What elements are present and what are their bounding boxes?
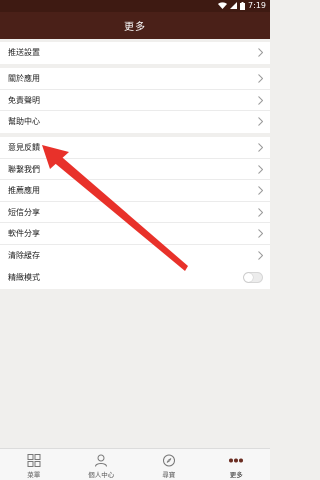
menu-item-label: 清除緩存 [8,250,40,260]
menu-item-label: 推送設置 [8,48,40,57]
tab-treasure[interactable]: 尋寶 [135,449,203,480]
settings-group-info: 關於應用 免責聲明 幫助中心 [0,68,270,133]
tab-label: 尋寶 [162,471,176,479]
menu-item-label: 聯繫我們 [8,164,40,174]
tab-personal-center[interactable]: 個人中心 [68,449,136,480]
menu-item-label: 精緻模式 [8,273,40,282]
chevron-right-icon [258,164,263,174]
menu-item-label: 意見反饋 [8,143,40,152]
bottom-tab-bar: 菜單 個人中心 尋寶 更多 [0,448,270,480]
more-dots-icon [229,458,244,463]
wifi-icon [218,2,228,9]
page-title: 更多 [124,22,146,33]
menu-item-refined-mode: 精緻模式 [0,267,270,289]
menu-item-clear-cache[interactable]: 清除緩存 [0,245,270,267]
tab-label: 個人中心 [88,471,115,479]
menu-item-sms-share[interactable]: 短信分享 [0,202,270,224]
chevron-right-icon [258,229,263,239]
chevron-right-icon [258,48,263,57]
status-bar: 7:19 [0,0,270,12]
menu-item-app-share[interactable]: 軟件分享 [0,223,270,245]
menu-item-label: 推薦應用 [8,186,40,196]
menu-item-contact-us[interactable]: 聯繫我們 [0,159,270,181]
tab-menu[interactable]: 菜單 [0,449,68,480]
chevron-right-icon [258,251,263,260]
menu-item-push-settings[interactable]: 推送設置 [0,42,270,64]
person-icon [95,454,108,467]
menu-item-label: 關於應用 [8,74,40,83]
chevron-right-icon [258,117,263,127]
chevron-right-icon [258,95,263,105]
chevron-right-icon [258,207,263,217]
menu-item-feedback[interactable]: 意見反饋 [0,137,270,159]
menu-item-help-center[interactable]: 幫助中心 [0,111,270,133]
tab-more[interactable]: 更多 [203,449,271,480]
chevron-right-icon [258,143,263,152]
settings-group-share: 意見反饋 聯繫我們 推薦應用 短信分享 軟件分享 清除緩存 [0,137,270,267]
chevron-right-icon [258,186,263,196]
menu-item-disclaimer[interactable]: 免責聲明 [0,90,270,112]
settings-group-display: 精緻模式 [0,267,270,289]
grid-icon [27,454,41,467]
tab-label: 更多 [229,471,243,479]
chevron-right-icon [258,74,263,83]
status-time: 7:19 [248,1,266,10]
compass-icon [162,454,175,467]
signal-icon [230,2,238,9]
tab-label: 菜單 [27,471,41,479]
menu-item-label: 幫助中心 [8,117,40,127]
battery-icon [240,1,246,10]
toggle-knob [244,273,253,282]
refined-mode-toggle[interactable] [243,272,263,283]
menu-item-label: 短信分享 [8,207,40,217]
menu-item-label: 軟件分享 [8,229,40,239]
menu-item-about[interactable]: 關於應用 [0,68,270,90]
menu-item-label: 免責聲明 [8,95,40,105]
settings-group-push: 推送設置 [0,42,270,64]
menu-item-recommended-apps[interactable]: 推薦應用 [0,180,270,202]
app-header: 更多 [0,12,270,39]
